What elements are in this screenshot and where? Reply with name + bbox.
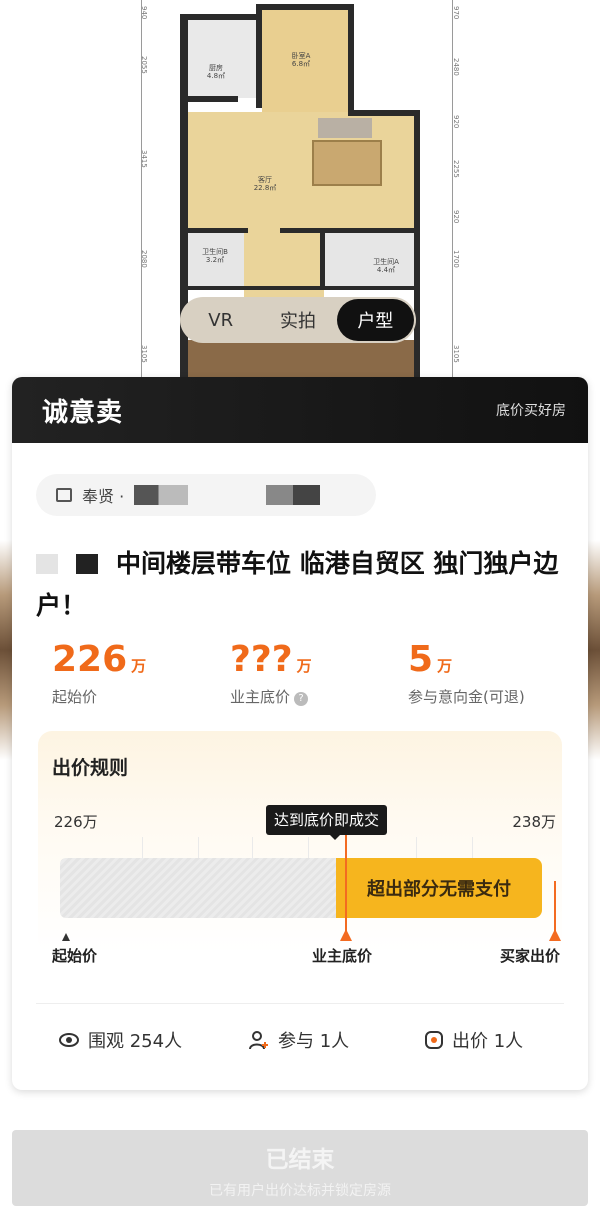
axis-label-reserve: 业主底价 (312, 947, 373, 965)
room-label-living: 客厅 22.8㎡ (253, 176, 277, 193)
wall (180, 14, 262, 20)
dimension-label: 970 (452, 6, 460, 20)
dimension-label: 940 (140, 6, 148, 20)
start-price-marker (62, 933, 70, 941)
wall (256, 4, 262, 108)
dimension-line-right (452, 0, 453, 380)
ended-subtitle: 已有用户出价达标并锁定房源 (209, 1183, 391, 1199)
add-user-icon (249, 1031, 268, 1050)
badge-caret (330, 835, 340, 840)
wall (188, 286, 418, 290)
stat-value: 226 (52, 639, 128, 680)
stat-deposit: 5万 参与意向金(可退) (408, 639, 525, 707)
range-above-reserve: 超出部分无需支付 (336, 858, 542, 918)
axis-label-buyer: 买家出价 (499, 947, 560, 965)
stat-label: 业主底价? (230, 686, 312, 707)
kitchen-room (188, 20, 256, 98)
stat-label: 参与意向金(可退) (408, 688, 525, 706)
tab-floorplan[interactable]: 户型 (336, 299, 414, 341)
redacted-block (134, 485, 189, 505)
tab-real-photo[interactable]: 实拍 (259, 299, 336, 341)
wall (188, 96, 238, 102)
price-stats: 226 万 起始价 ??? 万 业主底价? 5万 参与意向金(可退) (12, 639, 588, 719)
rules-max-price: 238万 (512, 813, 556, 831)
help-icon[interactable]: ? (294, 692, 309, 706)
ended-title: 已结束 (265, 1147, 335, 1173)
buyer-line (554, 881, 556, 931)
stat-unit: 万 (437, 657, 453, 675)
wall (320, 232, 325, 288)
redacted-block (76, 554, 98, 574)
stat-unit: 万 (131, 657, 147, 675)
count-participants: 参与 1人 (248, 1027, 349, 1053)
dimension-label: 2080 (140, 250, 148, 268)
stat-value: ??? (230, 639, 293, 680)
count-bids-label: 出价 1人 (452, 1031, 524, 1052)
brand-logo: 诚意卖 (42, 397, 124, 428)
stat-owner-reserve: ??? 万 业主底价? (230, 639, 312, 707)
listing-title: 中间楼层带车位 临港自贸区 独门独户边户！ (36, 543, 576, 627)
stat-unit: 万 (296, 657, 312, 675)
wall (188, 228, 248, 233)
brand-tagline: 底价买好房 (496, 403, 566, 419)
activity-counts: 围观 254人 参与 1人 出价 1人 (12, 1027, 588, 1067)
dimension-label: 1700 (452, 250, 460, 268)
sofa-back-icon (318, 118, 372, 138)
dimension-label: 2255 (452, 160, 460, 178)
card-header: 诚意卖 底价买好房 (12, 377, 588, 443)
dimension-label: 2480 (452, 58, 460, 76)
auction-card: 诚意卖 底价买好房 奉贤 · 中间楼层带车位 临港自贸区 独门独户边户！ 226… (12, 377, 588, 1090)
axis-label-start: 起始价 (52, 947, 98, 965)
wall (280, 228, 420, 233)
stat-value: 5 (408, 639, 434, 680)
redacted-block (36, 554, 58, 574)
count-bids: 出价 1人 (424, 1027, 523, 1053)
room-label-kitchen: 厨房 4.8㎡ (206, 64, 226, 81)
dimension-label: 2055 (140, 56, 148, 74)
wall (414, 110, 420, 380)
bid-rules-panel: 出价规则 226万 238万 达到底价即成交 超出部分无需支付 起始价 业主底价… (38, 731, 562, 965)
rules-deal-badge: 达到底价即成交 (266, 805, 388, 835)
building-icon (56, 488, 72, 502)
wall (348, 4, 354, 114)
rules-min-price: 226万 (54, 813, 98, 831)
buyer-bid-marker (549, 929, 561, 941)
view-mode-tabs: VR 实拍 户型 (180, 297, 416, 343)
room-label-bathroom-a: 卫生间A 4.4㎡ (373, 258, 399, 275)
range-below-reserve (60, 858, 336, 918)
dimension-label: 920 (452, 210, 460, 224)
bid-icon (425, 1031, 443, 1049)
room-label-bedroom: 卧室A 6.8㎡ (291, 52, 311, 69)
rules-title: 出价规则 (52, 757, 129, 779)
dimension-label: 920 (452, 115, 460, 129)
eye-icon (59, 1033, 79, 1047)
divider (36, 1003, 564, 1004)
location-pill[interactable]: 奉贤 · (36, 474, 376, 516)
sofa-icon (312, 140, 382, 186)
dimension-label: 3415 (140, 150, 148, 168)
wall (348, 110, 420, 116)
dimension-label: 3105 (140, 345, 148, 363)
wall (256, 4, 354, 10)
dimension-label: 3105 (452, 345, 460, 363)
room-label-bathroom-b: 卫生间B 3.2㎡ (202, 248, 228, 265)
location-text: 奉贤 · (82, 487, 125, 506)
stat-label: 起始价 (52, 688, 98, 706)
redacted-block (266, 485, 321, 505)
reserve-marker (340, 929, 352, 941)
count-views: 围观 254人 (58, 1027, 182, 1053)
tab-vr[interactable]: VR (182, 299, 259, 341)
stat-start-price: 226 万 起始价 (52, 639, 146, 707)
floorplan-image[interactable]: 940 2055 3415 2080 3105 970 2480 920 225… (0, 0, 600, 380)
ended-status-button[interactable]: 已结束 已有用户出价达标并锁定房源 (12, 1130, 588, 1206)
count-participants-label: 参与 1人 (278, 1031, 350, 1052)
count-views-label: 围观 254人 (88, 1031, 183, 1052)
balcony-area (186, 340, 416, 380)
reserve-line (345, 835, 347, 931)
listing-title-text: 中间楼层带车位 临港自贸区 独门独户边户！ (36, 549, 559, 620)
